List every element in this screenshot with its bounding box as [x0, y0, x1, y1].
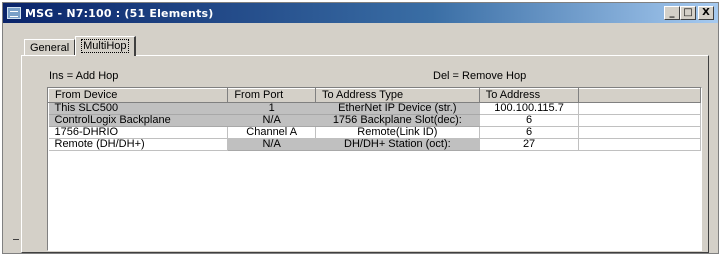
- table-row[interactable]: 1756-DHRIO Channel A Remote(Link ID) 6: [48, 126, 701, 139]
- cell-to-address-type: 1756 Backplane Slot(dec):: [315, 114, 480, 127]
- minimize-button[interactable]: _: [664, 6, 680, 20]
- cell-to-address[interactable]: 100.100.115.7: [479, 102, 580, 115]
- table-header-row: From Device From Port To Address Type To…: [47, 88, 701, 103]
- window-controls: _ □ X: [664, 6, 714, 20]
- cell-to-address-type: EtherNet IP Device (str.): [315, 102, 480, 115]
- tab-multihop[interactable]: MultiHop: [75, 36, 136, 56]
- cell-to-address[interactable]: 27: [479, 138, 580, 151]
- cell-from-device: ControlLogix Backplane: [48, 114, 229, 127]
- cell-from-port: N/A: [227, 114, 316, 127]
- cell-from-device: Remote (DH/DH+): [48, 138, 229, 151]
- table-row[interactable]: Remote (DH/DH+) N/A DH/DH+ Station (oct)…: [48, 138, 701, 151]
- column-header-to-address[interactable]: To Address: [478, 88, 580, 103]
- cell-to-address[interactable]: 6: [479, 114, 580, 127]
- cell-to-address-type: Remote(Link ID): [315, 126, 480, 139]
- column-header-from-device[interactable]: From Device: [47, 88, 229, 103]
- tab-general[interactable]: General: [24, 39, 76, 56]
- column-header-from-port[interactable]: From Port: [227, 88, 316, 103]
- maximize-button[interactable]: □: [680, 6, 696, 20]
- hop-table[interactable]: From Device From Port To Address Type To…: [47, 87, 702, 251]
- close-button[interactable]: X: [698, 6, 714, 20]
- delete-hint: Del = Remove Hop: [433, 70, 527, 82]
- cell-filler: [578, 114, 701, 127]
- column-header-to-address-type[interactable]: To Address Type: [314, 88, 480, 103]
- cell-filler: [578, 138, 701, 151]
- table-row[interactable]: ControlLogix Backplane N/A 1756 Backplan…: [48, 114, 701, 127]
- title-bar[interactable]: MSG - N7:100 : (51 Elements) _ □ X: [3, 3, 718, 23]
- tab-multihop-label: MultiHop: [81, 39, 129, 53]
- cell-from-port: N/A: [227, 138, 316, 151]
- cell-filler: [578, 126, 701, 139]
- msg-dialog-window: MSG - N7:100 : (51 Elements) _ □ X Gener…: [2, 2, 719, 254]
- tab-general-label: General: [30, 42, 70, 54]
- cell-from-device: This SLC500: [48, 102, 229, 115]
- table-row[interactable]: This SLC500 1 EtherNet IP Device (str.) …: [48, 102, 701, 115]
- app-icon: [7, 7, 21, 19]
- cell-filler: [578, 102, 701, 115]
- cell-from-device: 1756-DHRIO: [48, 126, 229, 139]
- dialog-edge-mark: [13, 239, 19, 240]
- cell-from-port: 1: [227, 102, 316, 115]
- cell-from-port[interactable]: Channel A: [227, 126, 316, 139]
- multihop-panel: Ins = Add Hop Del = Remove Hop From Devi…: [21, 55, 709, 253]
- column-header-filler: [578, 88, 701, 103]
- window-title: MSG - N7:100 : (51 Elements): [25, 6, 214, 20]
- tab-strip: General MultiHop: [24, 36, 136, 56]
- cell-to-address[interactable]: 6: [479, 126, 580, 139]
- insert-hint: Ins = Add Hop: [49, 70, 119, 82]
- cell-to-address-type: DH/DH+ Station (oct):: [315, 138, 480, 151]
